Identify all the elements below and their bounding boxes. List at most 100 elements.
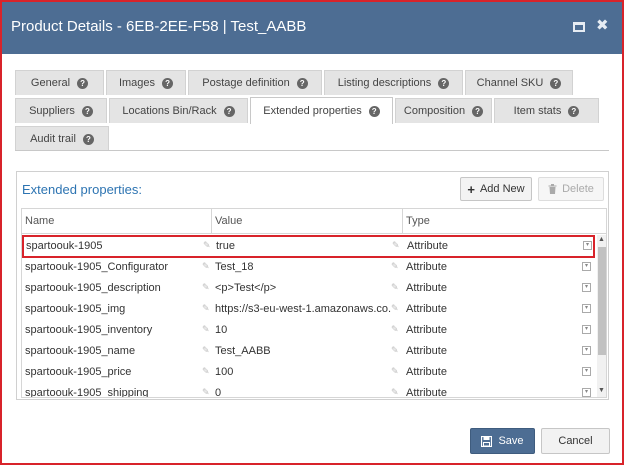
tab-label: Item stats: [513, 105, 562, 117]
table-row[interactable]: spartoouk-1905_img ✎ https://s3-eu-west-…: [22, 299, 596, 320]
scroll-thumb[interactable]: [598, 247, 606, 355]
help-icon: ?: [550, 77, 562, 89]
edit-icon: ✎: [202, 366, 210, 376]
cell-value[interactable]: Test_AABB: [212, 341, 392, 362]
tab-label: Suppliers: [29, 105, 75, 117]
dropdown-icon[interactable]: ▾: [582, 304, 591, 313]
cell-name[interactable]: spartoouk-1905_description: [22, 278, 202, 299]
help-icon: ?: [81, 105, 93, 117]
dropdown-icon[interactable]: ▾: [583, 241, 592, 250]
add-new-label: Add New: [479, 183, 525, 195]
plus-icon: +: [467, 181, 475, 197]
table-row[interactable]: spartoouk-1905_inventory ✎ 10 ✎ Attribut…: [22, 320, 596, 341]
help-icon: ?: [223, 105, 235, 117]
table-row[interactable]: spartoouk-1905_Configurator ✎ Test_18 ✎ …: [22, 257, 596, 278]
tab-item-stats[interactable]: Item stats?: [494, 98, 599, 123]
cell-type[interactable]: Attribute: [403, 341, 573, 362]
column-header-type[interactable]: Type: [403, 209, 606, 234]
cell-name[interactable]: spartoouk-1905: [23, 236, 203, 257]
dropdown-icon[interactable]: ▾: [582, 325, 591, 334]
close-icon[interactable]: ✖: [596, 16, 609, 34]
edit-icon: ✎: [202, 261, 210, 271]
table-row[interactable]: spartoouk-1905_shipping ✎ 0 ✎ Attribute …: [22, 383, 596, 397]
cell-name[interactable]: spartoouk-1905_price: [22, 362, 202, 383]
tab-composition[interactable]: Composition?: [395, 98, 492, 123]
tab-general[interactable]: General?: [15, 70, 104, 95]
edit-icon: ✎: [391, 261, 399, 271]
dropdown-icon[interactable]: ▾: [582, 262, 591, 271]
tab-channel-sku[interactable]: Channel SKU?: [465, 70, 573, 95]
delete-button[interactable]: Delete: [538, 177, 604, 201]
cell-type[interactable]: Attribute: [403, 383, 573, 397]
edit-icon: ✎: [202, 324, 210, 334]
cell-type[interactable]: Attribute: [403, 320, 573, 341]
cell-name[interactable]: spartoouk-1905_inventory: [22, 320, 202, 341]
dropdown-icon[interactable]: ▾: [582, 367, 591, 376]
table-row[interactable]: spartoouk-1905_description ✎ <p>Test</p>…: [22, 278, 596, 299]
edit-icon: ✎: [203, 240, 211, 250]
maximize-icon[interactable]: [573, 22, 585, 32]
save-button[interactable]: Save: [470, 428, 535, 454]
vertical-scrollbar[interactable]: ▲ ▼: [597, 235, 606, 397]
help-icon: ?: [368, 105, 380, 117]
cell-type[interactable]: Attribute: [404, 236, 574, 257]
edit-icon: ✎: [391, 324, 399, 334]
tab-label: Listing descriptions: [337, 77, 432, 89]
table-row[interactable]: spartoouk-1905_price ✎ 100 ✎ Attribute ▾: [22, 362, 596, 383]
cell-name[interactable]: spartoouk-1905_Configurator: [22, 257, 202, 278]
trash-icon: [548, 184, 557, 194]
edit-icon: ✎: [391, 303, 399, 313]
column-header-value[interactable]: Value: [212, 209, 403, 234]
help-icon: ?: [438, 77, 450, 89]
cell-value[interactable]: <p>Test</p>: [212, 278, 392, 299]
cell-value[interactable]: 0: [212, 383, 392, 397]
cell-type[interactable]: Attribute: [403, 362, 573, 383]
tab-postage-definition[interactable]: Postage definition?: [188, 70, 322, 95]
cell-type[interactable]: Attribute: [403, 257, 573, 278]
tab-divider: [15, 150, 609, 151]
add-new-button[interactable]: + Add New: [460, 177, 532, 201]
dropdown-icon[interactable]: ▾: [582, 283, 591, 292]
properties-grid: Name Value Type spartoouk-1905 ✎ true ✎ …: [21, 208, 607, 398]
cell-value[interactable]: 100: [212, 362, 392, 383]
tab-audit-trail[interactable]: Audit trail?: [15, 126, 109, 151]
tab-listing-descriptions[interactable]: Listing descriptions?: [324, 70, 463, 95]
column-header-name[interactable]: Name: [22, 209, 212, 234]
cell-value[interactable]: 10: [212, 320, 392, 341]
cell-name[interactable]: spartoouk-1905_name: [22, 341, 202, 362]
scroll-down-icon[interactable]: ▼: [598, 387, 605, 394]
cell-name[interactable]: spartoouk-1905_img: [22, 299, 202, 320]
help-icon: ?: [472, 105, 484, 117]
dropdown-icon[interactable]: ▾: [582, 346, 591, 355]
tab-extended-properties[interactable]: Extended properties?: [250, 97, 393, 124]
floppy-icon: [481, 435, 493, 447]
help-icon: ?: [568, 105, 580, 117]
panel-title: Extended properties:: [22, 182, 142, 197]
table-row[interactable]: spartoouk-1905 ✎ true ✎ Attribute ▾: [22, 235, 595, 258]
edit-icon: ✎: [391, 387, 399, 397]
delete-label: Delete: [562, 183, 594, 195]
cell-type[interactable]: Attribute: [403, 278, 573, 299]
dropdown-icon[interactable]: ▾: [582, 388, 591, 397]
product-details-dialog: Product Details - 6EB-2EE-F58 | Test_AAB…: [0, 0, 624, 465]
edit-icon: ✎: [202, 282, 210, 292]
cell-value[interactable]: Test_18: [212, 257, 392, 278]
tab-suppliers[interactable]: Suppliers?: [15, 98, 107, 123]
tab-label: Postage definition: [202, 77, 290, 89]
extended-properties-panel: Extended properties: + Add New Delete Na…: [16, 171, 609, 400]
cancel-button[interactable]: Cancel: [541, 428, 610, 454]
table-row[interactable]: spartoouk-1905_name ✎ Test_AABB ✎ Attrib…: [22, 341, 596, 362]
tab-images[interactable]: Images?: [106, 70, 186, 95]
cell-value[interactable]: https://s3-eu-west-1.amazonaws.co...: [212, 299, 392, 320]
tab-label: General: [30, 77, 71, 89]
cell-value[interactable]: true: [213, 236, 393, 257]
edit-icon: ✎: [202, 345, 210, 355]
edit-icon: ✎: [392, 240, 400, 250]
cell-type[interactable]: Attribute: [403, 299, 573, 320]
tab-label: Locations Bin/Rack: [122, 105, 217, 117]
tab-locations-bin-rack[interactable]: Locations Bin/Rack?: [109, 98, 248, 123]
scroll-up-icon[interactable]: ▲: [598, 236, 605, 243]
edit-icon: ✎: [391, 282, 399, 292]
cell-name[interactable]: spartoouk-1905_shipping: [22, 383, 202, 397]
tab-label: Composition: [403, 105, 466, 117]
